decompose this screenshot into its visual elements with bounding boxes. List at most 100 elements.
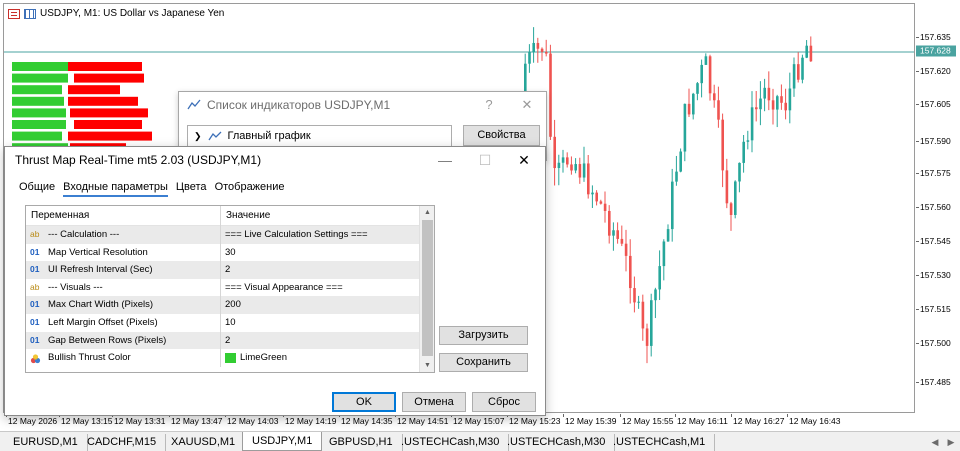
tab-0[interactable]: Общие bbox=[19, 181, 55, 197]
price-label: 157.575 bbox=[920, 168, 951, 178]
load-button[interactable]: Загрузить bbox=[439, 326, 528, 345]
scroll-thumb[interactable] bbox=[422, 220, 433, 356]
minimize-button[interactable]: — bbox=[433, 150, 457, 170]
row-value-cell[interactable]: === Live Calculation Settings === bbox=[221, 226, 419, 244]
price-tick bbox=[916, 141, 919, 142]
price-tick bbox=[916, 207, 919, 208]
row-value-cell[interactable]: 30 bbox=[221, 244, 419, 262]
tabs-scroll-right-icon[interactable]: ▶ bbox=[944, 435, 958, 449]
time-label: 12 May 15:55 bbox=[622, 416, 674, 426]
table-row[interactable]: 01 Max Chart Width (Pixels) 200 bbox=[26, 296, 419, 314]
ok-button[interactable]: OK bbox=[332, 392, 396, 412]
candle-body bbox=[755, 107, 758, 110]
price-tick bbox=[916, 343, 919, 344]
tab-2[interactable]: Цвета bbox=[176, 181, 207, 197]
candle-body bbox=[729, 203, 733, 215]
candle-body bbox=[671, 181, 674, 230]
table-row[interactable]: 01 Gap Between Rows (Pixels) 2 bbox=[26, 331, 419, 350]
table-row[interactable]: 01 UI Refresh Interval (Sec) 2 bbox=[26, 261, 419, 279]
candle-body bbox=[629, 255, 632, 289]
thrust-bull-bar bbox=[12, 96, 64, 106]
table-row[interactable]: 01 Left Margin Offset (Pixels) 10 bbox=[26, 313, 419, 332]
candle-body bbox=[805, 45, 808, 58]
candle-body bbox=[801, 57, 804, 80]
price-label: 157.590 bbox=[920, 136, 951, 146]
row-value-cell[interactable]: 2 bbox=[221, 332, 419, 350]
properties-button[interactable]: Свойства bbox=[463, 125, 540, 146]
candle-body bbox=[797, 64, 800, 80]
row-value-cell[interactable]: LimeGreen bbox=[221, 349, 419, 367]
candle-body bbox=[532, 42, 535, 53]
tabs-scroll-left-icon[interactable]: ◀ bbox=[928, 435, 942, 449]
row-value: 2 bbox=[225, 334, 231, 346]
tab-1[interactable]: Входные параметры bbox=[63, 181, 168, 197]
candle-body bbox=[746, 140, 750, 142]
candle-body bbox=[658, 266, 661, 290]
save-button[interactable]: Сохранить bbox=[439, 353, 528, 372]
reset-button[interactable]: Сброс bbox=[472, 392, 536, 412]
row-variable-cell: Bullish Thrust Color bbox=[26, 349, 221, 367]
candle-body bbox=[679, 151, 682, 172]
string-type-icon: ab bbox=[30, 281, 40, 292]
candle-body bbox=[570, 164, 573, 171]
candle-body bbox=[780, 96, 783, 103]
symbol-tab[interactable]: EURUSD,M1 bbox=[4, 434, 88, 451]
chevron-down-icon[interactable]: ❯ bbox=[194, 131, 202, 142]
symbol-tab[interactable]: CADCHF,M15 bbox=[78, 434, 167, 451]
symbol-tab[interactable]: .USTECHCash,M1 bbox=[604, 434, 716, 451]
table-row[interactable]: ab --- Calculation --- === Live Calculatio… bbox=[26, 226, 419, 244]
scroll-up-icon[interactable]: ▲ bbox=[420, 206, 434, 219]
candle-body bbox=[620, 238, 624, 244]
candle-body bbox=[549, 53, 552, 137]
tab-3[interactable]: Отображение bbox=[215, 181, 285, 197]
row-value: 10 bbox=[225, 316, 236, 328]
price-tick bbox=[916, 241, 919, 242]
candle-body bbox=[574, 164, 577, 171]
table-row[interactable]: 01 Map Vertical Resolution 30 bbox=[26, 243, 419, 262]
price-tick bbox=[916, 37, 919, 38]
metatrader-window: USDJPY, M1: US Dollar vs Japanese Yen 15… bbox=[0, 0, 960, 451]
symbol-tab[interactable]: USDJPY,M1 bbox=[242, 432, 323, 451]
candle-body bbox=[641, 301, 645, 329]
price-label: 157.515 bbox=[920, 304, 951, 314]
thrust-bull-bar bbox=[12, 108, 66, 118]
table-row[interactable]: Bullish Thrust Color LimeGreen bbox=[26, 349, 419, 367]
chart-title: USDJPY, M1: US Dollar vs Japanese Yen bbox=[8, 8, 224, 19]
symbol-tab[interactable]: .USTECHCash,M30 bbox=[498, 434, 616, 451]
scroll-down-icon[interactable]: ▼ bbox=[420, 359, 434, 372]
candle-body bbox=[654, 289, 657, 301]
row-value-cell[interactable]: === Visual Appearance === bbox=[221, 279, 419, 297]
time-label: 12 May 14:51 bbox=[397, 416, 449, 426]
symbol-tab[interactable]: GBPUSD,H1 bbox=[320, 434, 403, 451]
row-value-cell[interactable]: 2 bbox=[221, 261, 419, 279]
indicator-tree-item[interactable]: ❯ Главный график bbox=[187, 125, 452, 147]
chart-grid-icon[interactable] bbox=[24, 8, 36, 19]
row-value-cell[interactable]: 200 bbox=[221, 296, 419, 314]
properties-close-button[interactable]: ✕ bbox=[512, 150, 536, 170]
price-tick bbox=[916, 309, 919, 310]
time-tick bbox=[787, 414, 788, 417]
cancel-button[interactable]: Отмена bbox=[402, 392, 466, 412]
candle-body bbox=[721, 119, 724, 171]
row-variable-name: Left Margin Offset (Pixels) bbox=[48, 316, 158, 328]
time-axis[interactable]: 12 May 2026 12 May 13:15 12 May 13:31 12 Ma… bbox=[3, 414, 915, 428]
time-label: 12 May 16:43 bbox=[789, 416, 841, 426]
inputs-grid[interactable]: Переменная Значение ab --- Calculation --… bbox=[25, 205, 435, 373]
column-value[interactable]: Значение bbox=[221, 206, 419, 226]
symbol-tab[interactable]: XAUUSD,M1 bbox=[162, 434, 246, 451]
maximize-button[interactable]: ☐ bbox=[473, 150, 497, 170]
column-variable[interactable]: Переменная bbox=[26, 206, 221, 226]
price-axis[interactable]: 157.628 157.635 157.620 157.605 157.590 157.… bbox=[916, 3, 960, 413]
candle-body bbox=[700, 64, 703, 84]
grid-scrollbar[interactable]: ▲ ▼ bbox=[419, 206, 434, 372]
thrust-bull-bar bbox=[12, 62, 70, 71]
row-value-cell[interactable]: 10 bbox=[221, 314, 419, 332]
candle-body bbox=[809, 45, 813, 62]
table-row[interactable]: ab --- Visuals --- === Visual Appearance =… bbox=[26, 278, 419, 297]
symbol-tab[interactable]: .USTECHCash,M30 bbox=[392, 434, 510, 451]
thrust-bull-bar bbox=[12, 131, 62, 141]
help-button[interactable]: ? bbox=[479, 96, 499, 114]
indicators-close-button[interactable]: ✕ bbox=[517, 96, 537, 114]
chart-menu-icon[interactable] bbox=[8, 8, 20, 19]
candle-body bbox=[696, 83, 699, 94]
